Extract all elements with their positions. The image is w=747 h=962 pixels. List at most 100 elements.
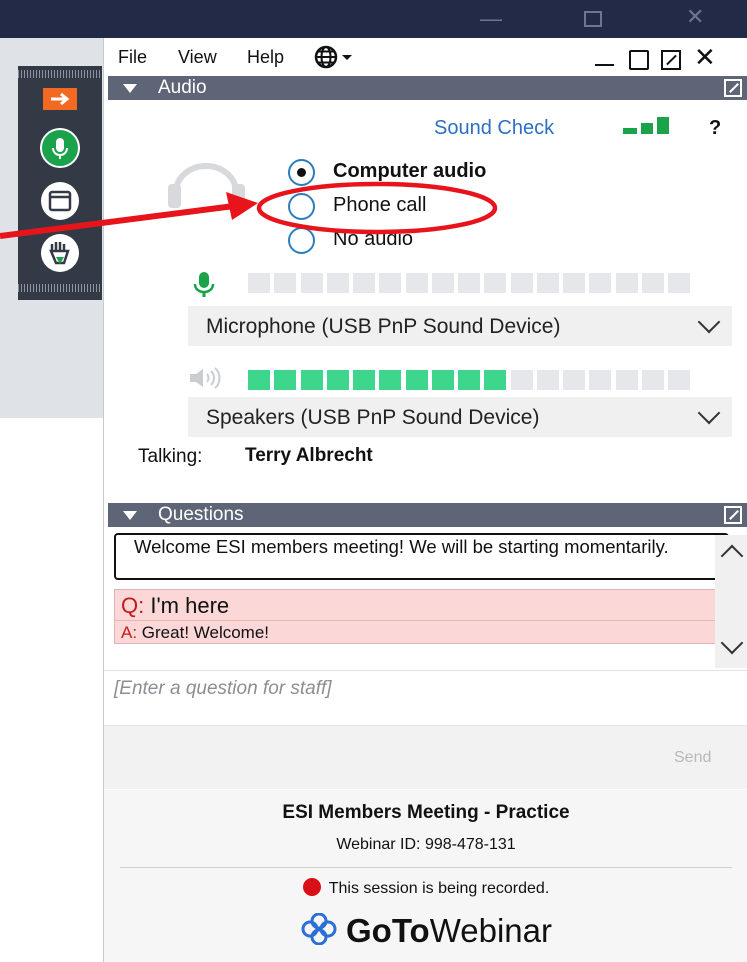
gotowebinar-flower-icon [301,912,337,946]
meter-segment [405,273,428,293]
annotation-highlight-ellipse [256,181,498,235]
meter-segment [274,370,297,390]
meter-segment [589,273,612,293]
meter-segment [353,273,375,293]
meter-segment [300,370,323,390]
divider [115,620,727,621]
speakers-select[interactable]: Speakers (USB PnP Sound Device) [188,397,732,437]
questions-section-header[interactable]: Questions [108,503,747,527]
meter-segment [510,370,533,390]
meter-segment [510,273,533,293]
popout-icon[interactable] [661,50,681,70]
collapse-triangle-icon [123,84,137,93]
recording-notice-row: This session is being recorded. [104,878,747,898]
question-item[interactable]: Q: I'm here A: Great! Welcome! [114,589,728,644]
arrow-right-icon [43,88,77,110]
brand-goto: GoTo [346,912,430,949]
meter-segment [484,370,507,390]
microphone-select[interactable]: Microphone (USB PnP Sound Device) [188,306,732,346]
recording-notice: This session is being recorded. [328,880,550,897]
meter-segment [536,370,559,390]
menu-view[interactable]: View [178,47,217,68]
meter-segment [353,370,375,390]
meter-segment [668,273,690,293]
chevron-down-icon [697,310,721,334]
divider [120,867,732,868]
popout-section-icon[interactable] [724,506,742,524]
webinar-id: Webinar ID: 998-478-131 [336,836,516,853]
meter-segment [431,370,454,390]
scroll-up-icon[interactable] [720,544,744,568]
close-icon[interactable]: ✕ [694,42,716,73]
menu-file[interactable]: File [118,47,147,68]
menu-bar: File View Help ✕ [104,38,747,76]
meter-segment [615,273,638,293]
meter-segment [484,273,507,293]
welcome-message-text: Welcome ESI members meeting! We will be … [134,536,669,557]
question-prefix: Q: [121,593,145,618]
bg-close-icon: ✕ [686,4,705,29]
microphone-select-value: Microphone (USB PnP Sound Device) [206,315,561,338]
meter-segment [379,370,402,390]
meter-segment [563,370,585,390]
minimize-icon[interactable] [595,64,614,66]
microphone-icon [40,128,80,168]
talking-label: Talking: [138,446,203,467]
scroll-down-icon[interactable] [720,631,744,655]
talking-name: Terry Albrecht [245,445,373,466]
meter-segment [300,273,323,293]
bg-minimize-icon: — [480,6,502,31]
questions-section-title: Questions [158,504,244,525]
bg-restore-icon [584,11,602,27]
question-line: Q: I'm here [121,593,229,619]
collapse-panel-button[interactable] [35,88,85,110]
send-button[interactable]: Send [674,749,711,767]
welcome-message: Welcome ESI members meeting! We will be … [114,533,729,580]
collapse-triangle-icon [123,511,137,520]
meter-segment [458,273,480,293]
recording-dot-icon [302,878,321,896]
questions-scrollbar[interactable] [715,535,747,668]
brand-webinar: Webinar [429,912,552,949]
microphone-level-meter [248,273,694,293]
question-input-placeholder: [Enter a question for staff] [114,678,332,699]
meter-segment [589,370,612,390]
meter-segment [248,273,270,293]
meter-segment [536,273,559,293]
background-window-titlebar: — ✕ [0,0,747,38]
meter-segment [248,370,270,390]
toolbar-grip-bottom[interactable] [18,284,102,292]
meter-segment [615,370,638,390]
popout-section-icon[interactable] [724,79,742,97]
answer-line: A: Great! Welcome! [121,623,269,643]
audio-section-header[interactable]: Audio [108,76,747,100]
chevron-down-icon [697,401,721,425]
meter-segment [326,370,349,390]
microphone-button[interactable] [35,128,85,168]
meeting-title: ESI Members Meeting - Practice [282,802,570,823]
speakers-select-value: Speakers (USB PnP Sound Device) [206,406,540,429]
meter-segment [641,370,664,390]
globe-icon [314,45,352,69]
annotation-arrow-shaft [0,203,235,239]
help-icon[interactable]: ? [709,117,721,140]
meter-segment [668,370,690,390]
gotowebinar-logo: GoToWebinar [104,912,747,950]
maximize-icon[interactable] [629,50,649,70]
sound-check-link[interactable]: Sound Check [434,117,554,140]
language-menu[interactable] [314,45,364,74]
compose-area: Send [104,725,747,789]
question-text: I'm here [150,593,230,618]
speaker-level-meter [248,370,694,390]
answer-text: Great! Welcome! [141,623,270,642]
audio-section-title: Audio [158,77,207,98]
meter-segment [379,273,402,293]
toolbar-grip-top[interactable] [18,70,102,78]
meter-segment [326,273,349,293]
menu-help[interactable]: Help [247,47,284,68]
question-input[interactable]: [Enter a question for staff] [104,671,747,725]
annotation-arrow-head [226,192,258,220]
microphone-level-icon [193,272,215,297]
meter-segment [641,273,664,293]
meter-segment [405,370,428,390]
